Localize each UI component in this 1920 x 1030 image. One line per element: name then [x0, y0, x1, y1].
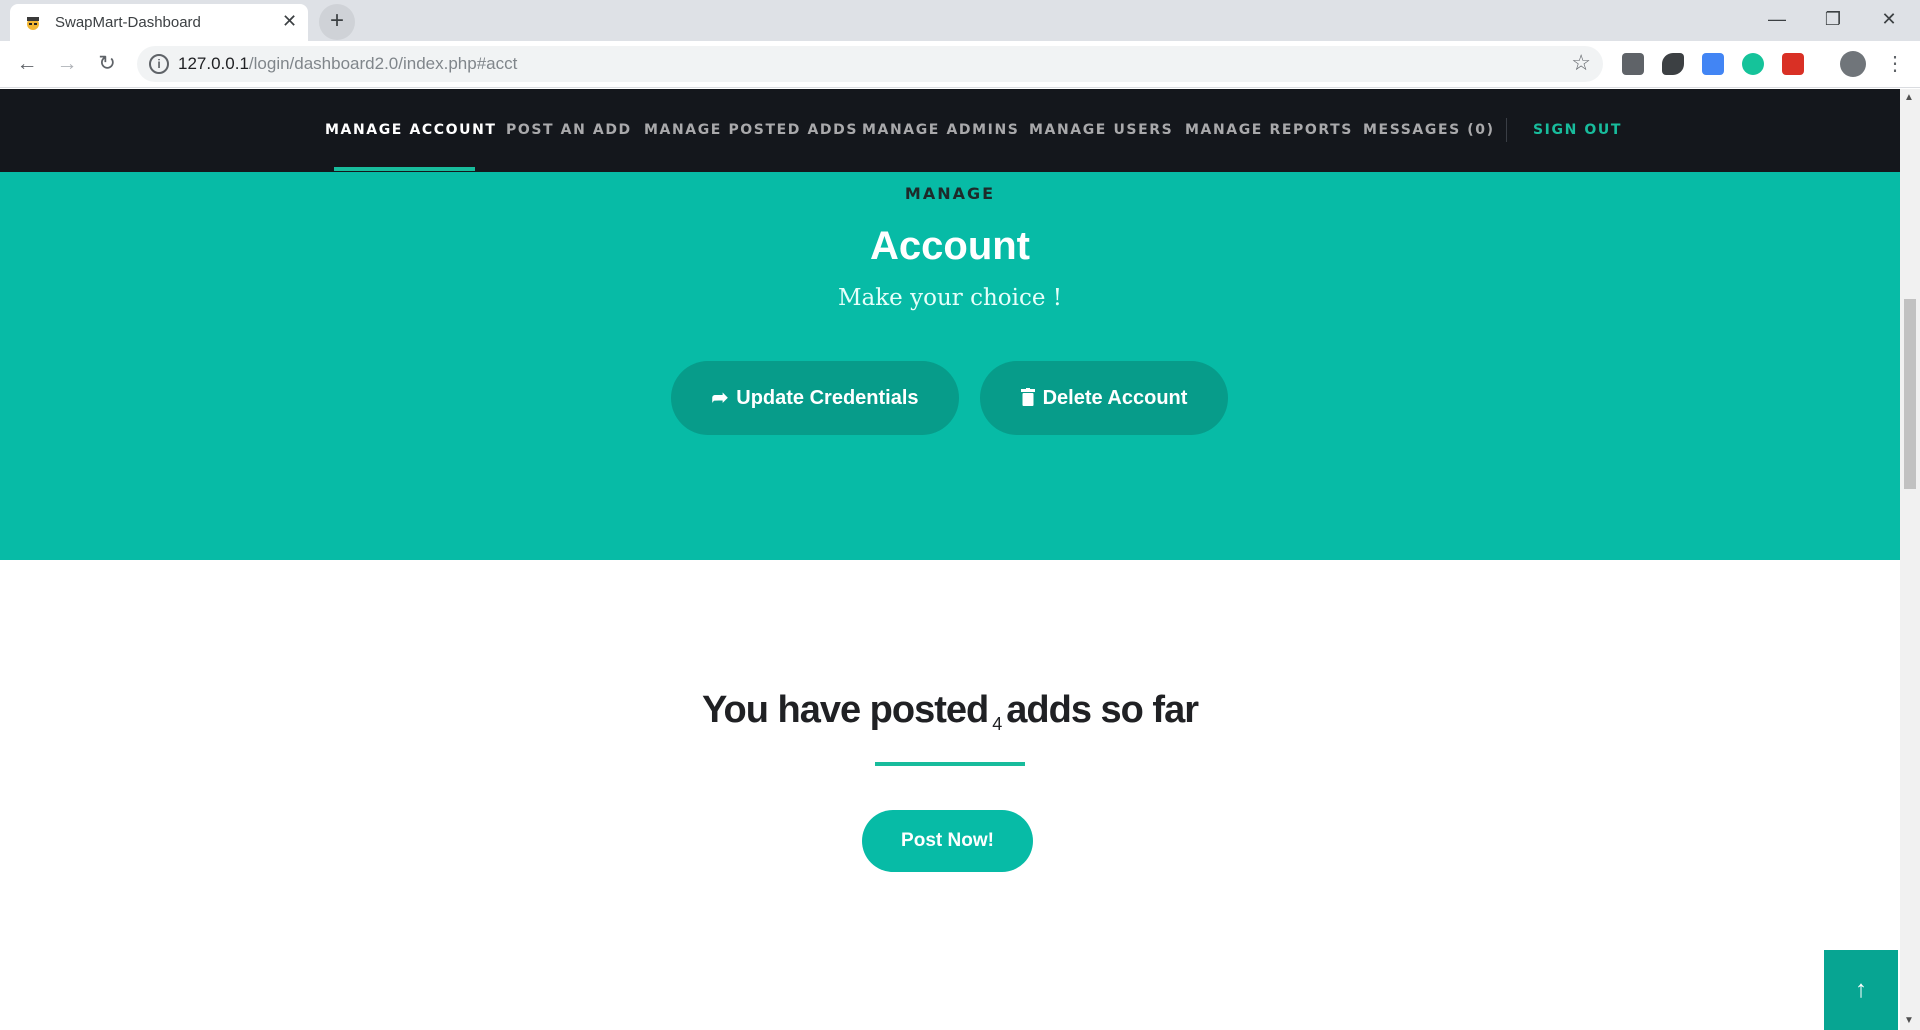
close-window-button[interactable]: ✕	[1866, 4, 1912, 34]
url-host: 127.0.0.1	[178, 54, 249, 73]
url-path: /login/dashboard2.0/index.php#acct	[248, 54, 518, 73]
browser-titlebar: SwapMart-Dashboard ✕ + — ❐ ✕	[0, 0, 1920, 41]
page-title: Account	[870, 224, 1030, 268]
nav-manage-reports[interactable]: MANAGE REPORTS	[1185, 122, 1353, 138]
back-to-top-button[interactable]: ↑	[1824, 950, 1898, 1030]
update-credentials-label: Update Credentials	[736, 387, 919, 409]
menu-dots-icon[interactable]: ⋮	[1880, 49, 1910, 79]
site-info-icon[interactable]: i	[149, 54, 169, 74]
browser-tab[interactable]: SwapMart-Dashboard ✕	[10, 4, 308, 41]
scroll-up-icon[interactable]: ▲	[1904, 92, 1914, 103]
delete-account-label: Delete Account	[1042, 387, 1188, 409]
address-bar[interactable]: i 127.0.0.1/login/dashboard2.0/index.php…	[137, 46, 1603, 82]
back-icon[interactable]: ←	[12, 49, 42, 79]
scrollbar-thumb[interactable]	[1904, 299, 1916, 489]
reload-icon[interactable]: ↻	[92, 49, 122, 79]
tab-close-icon[interactable]: ✕	[282, 11, 297, 32]
grammarly-extension-icon[interactable]	[1742, 53, 1764, 75]
post-now-button[interactable]: Post Now!	[862, 810, 1033, 872]
profile-avatar[interactable]	[1840, 51, 1866, 77]
bookmark-star-icon[interactable]: ☆	[1571, 50, 1591, 76]
browser-toolbar: ← → ↻ i 127.0.0.1/login/dashboard2.0/ind…	[0, 41, 1920, 88]
active-nav-underline	[334, 167, 475, 171]
posted-count-heading: You have posted 4 adds so far	[0, 689, 1900, 735]
account-hero: MANAGE Account Make your choice ! ➦ Updat…	[0, 172, 1900, 560]
site-favicon-icon	[27, 17, 39, 30]
restore-button[interactable]: ❐	[1810, 4, 1856, 34]
delete-account-button[interactable]: Delete Account	[980, 361, 1228, 435]
page-scrollbar[interactable]: ▲ ▼	[1900, 89, 1920, 1030]
posted-heading-after: adds so far	[1006, 689, 1199, 731]
nav-manage-account[interactable]: MANAGE ACCOUNT	[325, 122, 497, 138]
update-credentials-button[interactable]: ➦ Update Credentials	[671, 361, 959, 435]
trash-icon	[1020, 388, 1035, 406]
nav-sign-out[interactable]: SIGN OUT	[1533, 122, 1622, 138]
page-viewport: MANAGE ACCOUNT POST AN ADD MANAGE POSTED…	[0, 89, 1900, 1030]
rocket-extension-icon[interactable]	[1662, 53, 1684, 75]
pocket-extension-icon[interactable]	[1622, 53, 1644, 75]
nav-manage-posted-adds[interactable]: MANAGE POSTED ADDS	[644, 122, 858, 138]
url-text[interactable]: 127.0.0.1/login/dashboard2.0/index.php#a…	[178, 54, 517, 74]
nav-manage-admins[interactable]: MANAGE ADMINS	[862, 122, 1019, 138]
posted-heading-before: You have posted	[702, 689, 989, 731]
tab-title: SwapMart-Dashboard	[55, 14, 201, 31]
nav-manage-users[interactable]: MANAGE USERS	[1029, 122, 1173, 138]
hero-eyebrow: MANAGE	[904, 184, 996, 203]
translate-extension-icon[interactable]	[1702, 53, 1724, 75]
minimize-button[interactable]: —	[1754, 4, 1800, 34]
bookmark-extension-icon[interactable]	[1782, 53, 1804, 75]
arrow-up-icon: ↑	[1855, 976, 1867, 1003]
site-navbar: MANAGE ACCOUNT POST AN ADD MANAGE POSTED…	[0, 89, 1900, 172]
new-tab-button[interactable]: +	[319, 4, 355, 40]
posted-count: 4	[992, 714, 1003, 734]
nav-post-an-add[interactable]: POST AN ADD	[506, 122, 632, 138]
share-arrow-icon: ➦	[711, 387, 729, 409]
hero-subtitle: Make your choice !	[837, 285, 1063, 311]
nav-divider	[1506, 118, 1507, 142]
nav-messages[interactable]: MESSAGES (0)	[1363, 122, 1495, 138]
scroll-down-icon[interactable]: ▼	[1904, 1015, 1914, 1026]
heading-divider	[875, 762, 1025, 766]
forward-icon[interactable]: →	[52, 49, 82, 79]
